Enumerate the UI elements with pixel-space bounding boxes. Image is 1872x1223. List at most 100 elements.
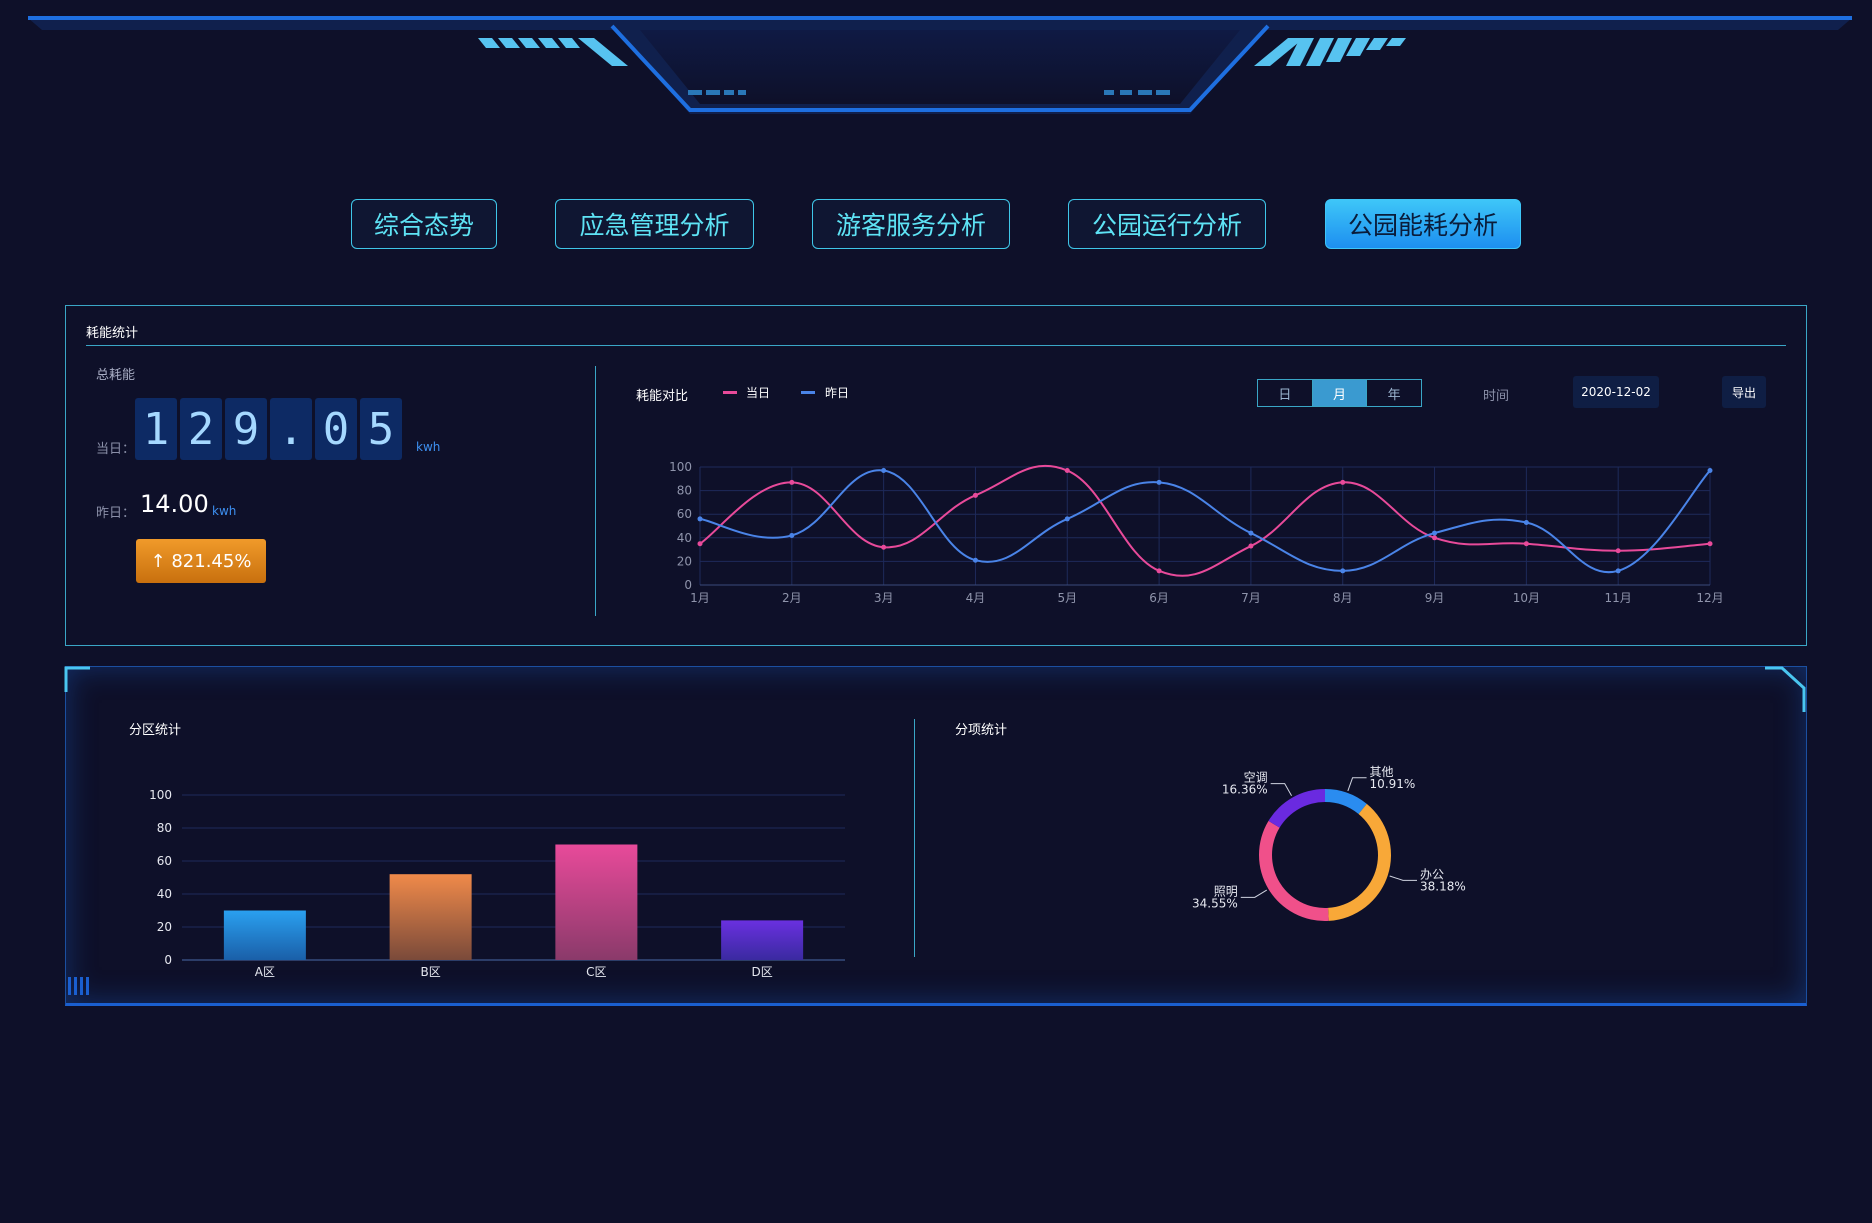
data-point [881,544,887,550]
data-point [881,468,887,474]
today-digit: 2 [180,398,222,460]
data-point [1064,468,1070,474]
export-button[interactable]: 导出 [1722,376,1766,408]
data-point [1064,516,1070,522]
y-tick-label: 80 [157,821,172,835]
donut-slice [1259,820,1329,921]
y-tick-label: 40 [677,531,692,545]
data-point [697,516,703,522]
x-tick-label: D区 [752,965,773,979]
header-frame [28,16,1852,114]
panel-title-divider [86,345,1786,346]
tab-energy[interactable]: 公园能耗分析 [1325,199,1521,249]
bar [223,910,306,960]
data-point [1432,530,1438,536]
data-point [1156,568,1162,574]
x-tick-label: 8月 [1333,591,1353,605]
bar [389,874,472,960]
y-tick-label: 60 [157,854,172,868]
x-tick-label: 9月 [1425,591,1445,605]
tab-emergency[interactable]: 应急管理分析 [555,199,754,249]
data-point [1707,541,1713,547]
yesterday-label: 昨日： [96,506,136,521]
data-point [789,479,795,485]
period-month-button[interactable]: 月 [1312,380,1368,406]
x-tick-label: 7月 [1241,591,1261,605]
data-point [1432,535,1438,541]
period-year-button[interactable]: 年 [1367,380,1421,406]
data-point [789,532,795,538]
y-tick-label: 80 [677,484,692,498]
x-tick-label: 5月 [1057,591,1077,605]
today-digit: 9 [225,398,267,460]
data-point [972,492,978,498]
y-tick-label: 0 [164,953,172,967]
label-leader [1270,783,1293,797]
x-tick-label: 12月 [1696,591,1723,605]
y-tick-label: 40 [157,887,172,901]
y-tick-label: 60 [677,507,692,521]
today-label: 当日： [96,442,136,457]
x-tick-label: 3月 [874,591,894,605]
x-tick-label: 4月 [966,591,986,605]
data-point [1340,479,1346,485]
x-tick-label: C区 [586,965,606,979]
energy-compare-line-chart: 0 20 40 60 80 100 1月 2月 3月 4月 5月 6月 7月 8月 9月 10月 11月 12月 [669,460,1724,605]
data-point [697,541,703,547]
label-leader [1389,875,1417,881]
donut-slice [1325,789,1367,814]
yesterday-value: 14.00 [140,490,209,518]
data-point [1248,530,1254,536]
data-point [1615,548,1621,554]
donut-slice [1268,789,1325,828]
data-point [1523,541,1529,547]
zone-bar-chart: 0 20 40 60 80 100 A区 B区 C区 D区 [149,788,845,979]
x-tick-label: 2月 [782,591,802,605]
data-point [1156,479,1162,485]
tab-park-operation[interactable]: 公园运行分析 [1068,199,1266,249]
x-tick-label: 11月 [1605,591,1632,605]
zone-panel-title: 分区统计 [129,723,182,738]
x-tick-label: B区 [421,965,441,979]
period-selector: 日 月 年 [1257,379,1422,407]
label-leader [1240,889,1268,898]
slice-percent: 10.91% [1370,777,1416,791]
today-digit: 0 [315,398,357,460]
today-unit: kwh [416,440,441,454]
data-point [1248,543,1254,549]
time-label: 时间 [1483,389,1510,404]
y-tick-label: 20 [157,920,172,934]
data-point [972,557,978,563]
change-badge: ↑ 821.45% [136,539,266,583]
energy-vertical-divider [595,366,596,616]
data-point [1523,519,1529,525]
item-panel-title: 分项统计 [955,723,1008,738]
x-tick-label: 10月 [1513,591,1540,605]
today-digit: . [270,398,312,460]
label-leader [1347,777,1367,792]
data-point [1707,468,1713,474]
donut-slice [1328,803,1391,921]
y-tick-label: 20 [677,554,692,568]
y-tick-label: 0 [684,578,692,592]
legend-today: 当日 [746,386,771,400]
yesterday-unit: kwh [212,504,237,518]
x-tick-label: 6月 [1149,591,1169,605]
y-tick-label: 100 [669,460,692,474]
bar [721,920,804,960]
energy-panel-title: 耗能统计 [86,326,139,341]
today-digit: 1 [135,398,177,460]
slice-percent: 38.18% [1420,879,1466,893]
series-line [699,469,1711,574]
tab-comprehensive[interactable]: 综合态势 [351,199,497,249]
date-picker[interactable]: 2020-12-02 [1573,376,1659,408]
period-day-button[interactable]: 日 [1258,380,1313,406]
tab-visitor-service[interactable]: 游客服务分析 [812,199,1010,249]
slice-percent: 34.55% [1192,896,1238,910]
x-tick-label: 1月 [690,591,710,605]
legend-yesterday-swatch [801,391,815,394]
total-label: 总耗能 [96,368,136,383]
today-digit: 5 [360,398,402,460]
item-donut-chart: 其他10.91%办公38.18%照明34.55%空调16.36% [1192,765,1466,921]
compare-title: 耗能对比 [636,389,689,404]
